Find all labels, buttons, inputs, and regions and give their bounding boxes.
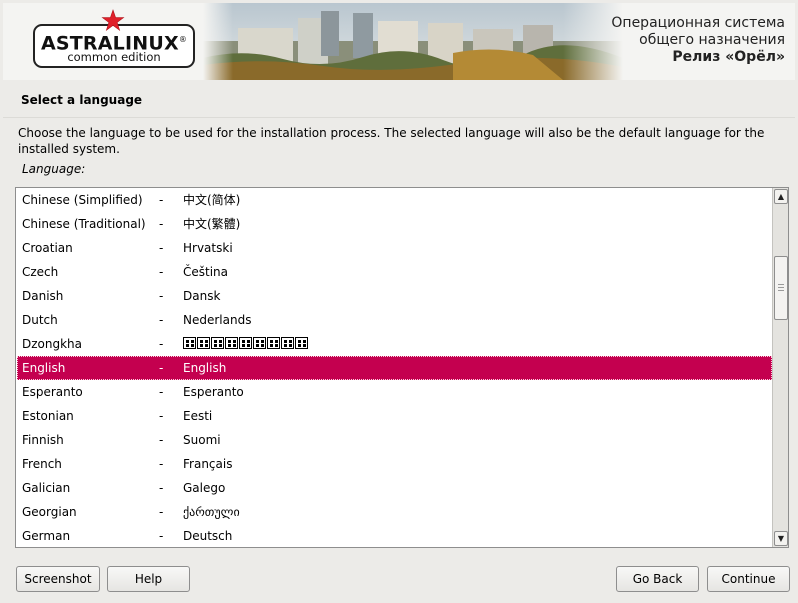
language-name: Estonian [22, 409, 74, 423]
missing-glyph-icon [253, 337, 266, 349]
language-name: Dzongkha [22, 337, 83, 351]
language-native-name: Nederlands [183, 313, 252, 327]
scroll-up-icon[interactable]: ▲ [774, 189, 788, 204]
logo-registered-mark: ® [178, 35, 188, 44]
language-row[interactable]: Estonian - Eesti [17, 404, 772, 428]
language-row[interactable]: Esperanto - Esperanto [17, 380, 772, 404]
language-row[interactable]: English - English [17, 356, 772, 380]
language-row[interactable]: Dzongkha - [17, 332, 772, 356]
separator-dash: - [159, 241, 164, 255]
language-native-name: Suomi [183, 433, 221, 447]
separator-dash: - [159, 457, 164, 471]
language-name: Chinese (Simplified) [22, 193, 143, 207]
title-divider [3, 117, 795, 118]
scrollbar-thumb[interactable] [774, 256, 788, 320]
release-info: Операционная система общего назначения Р… [611, 15, 785, 66]
language-native-name: English [183, 361, 227, 375]
separator-dash: - [159, 385, 164, 399]
missing-glyph-icon [197, 337, 210, 349]
page-title: Select a language [21, 93, 143, 107]
missing-glyph-icon [281, 337, 294, 349]
language-row[interactable]: Croatian - Hrvatski [17, 236, 772, 260]
language-list[interactable]: Chinese (Simplified) - 中文(简体) Chinese (Trad… [15, 187, 789, 548]
separator-dash: - [159, 289, 164, 303]
language-native-name [183, 332, 309, 356]
separator-dash: - [159, 529, 164, 543]
release-line-2: общего назначения [639, 32, 785, 48]
language-row[interactable]: Dutch - Nederlands [17, 308, 772, 332]
language-native-name: 中文(繁體) [183, 217, 241, 231]
screenshot-button[interactable]: Screenshot [16, 566, 100, 592]
language-name: Esperanto [22, 385, 83, 399]
separator-dash: - [159, 217, 164, 231]
language-row[interactable]: Galician - Galego [17, 476, 772, 500]
language-row[interactable]: Finnish - Suomi [17, 428, 772, 452]
help-button[interactable]: Help [107, 566, 190, 592]
language-name: German [22, 529, 71, 543]
logo-subtitle: common edition [67, 50, 161, 64]
language-row[interactable]: German - Deutsch [17, 524, 772, 547]
missing-glyph-icon [183, 337, 196, 349]
separator-dash: - [159, 505, 164, 519]
separator-dash: - [159, 361, 164, 375]
logo-area: ASTRALINUX® common edition [3, 3, 208, 80]
language-name: Chinese (Traditional) [22, 217, 146, 231]
installer-banner: ASTRALINUX® common edition Операционная … [3, 3, 795, 80]
missing-glyph-icon [211, 337, 224, 349]
description-text: Choose the language to be used for the i… [18, 126, 765, 156]
release-name: Релиз «Орёл» [672, 49, 785, 65]
missing-glyph-icon [267, 337, 280, 349]
language-native-name: Eesti [183, 409, 213, 423]
language-name: Dutch [22, 313, 58, 327]
missing-glyph-icon [239, 337, 252, 349]
red-star-icon [101, 9, 125, 31]
scroll-down-icon[interactable]: ▼ [774, 531, 788, 546]
separator-dash: - [159, 337, 164, 351]
city-photo [203, 3, 623, 80]
language-native-name: Esperanto [183, 385, 244, 399]
separator-dash: - [159, 433, 164, 447]
language-name: Croatian [22, 241, 73, 255]
language-native-name: Čeština [183, 265, 229, 279]
language-name: Czech [22, 265, 59, 279]
separator-dash: - [159, 265, 164, 279]
continue-button[interactable]: Continue [707, 566, 790, 592]
separator-dash: - [159, 481, 164, 495]
language-field-label: Language: [22, 162, 86, 176]
language-name: French [22, 457, 62, 471]
language-name: Finnish [22, 433, 64, 447]
language-native-name: Dansk [183, 289, 221, 303]
separator-dash: - [159, 409, 164, 423]
release-line-1: Операционная система [611, 15, 785, 31]
language-row[interactable]: Danish - Dansk [17, 284, 772, 308]
language-row[interactable]: Chinese (Simplified) - 中文(简体) [17, 188, 772, 212]
language-native-name: Français [183, 457, 233, 471]
language-name: Danish [22, 289, 64, 303]
go-back-button[interactable]: Go Back [616, 566, 699, 592]
language-name: Galician [22, 481, 71, 495]
language-native-name: 中文(简体) [183, 193, 241, 207]
language-name: English [22, 361, 66, 375]
language-row[interactable]: Czech - Čeština [17, 260, 772, 284]
language-native-name: Deutsch [183, 529, 233, 543]
grip-icon [778, 284, 784, 291]
missing-glyph-icon [225, 337, 238, 349]
language-name: Georgian [22, 505, 77, 519]
language-row[interactable]: Georgian - ქართული [17, 500, 772, 524]
language-row[interactable]: French - Français [17, 452, 772, 476]
list-scrollbar[interactable]: ▲ ▼ [772, 188, 788, 547]
language-native-name: Galego [183, 481, 226, 495]
language-row[interactable]: Chinese (Traditional) - 中文(繁體) [17, 212, 772, 236]
language-rows: Chinese (Simplified) - 中文(简体) Chinese (Trad… [17, 188, 772, 547]
separator-dash: - [159, 313, 164, 327]
language-native-name: Hrvatski [183, 241, 233, 255]
separator-dash: - [159, 193, 164, 207]
language-native-name: ქართული [183, 505, 240, 519]
missing-glyph-icon [295, 337, 308, 349]
